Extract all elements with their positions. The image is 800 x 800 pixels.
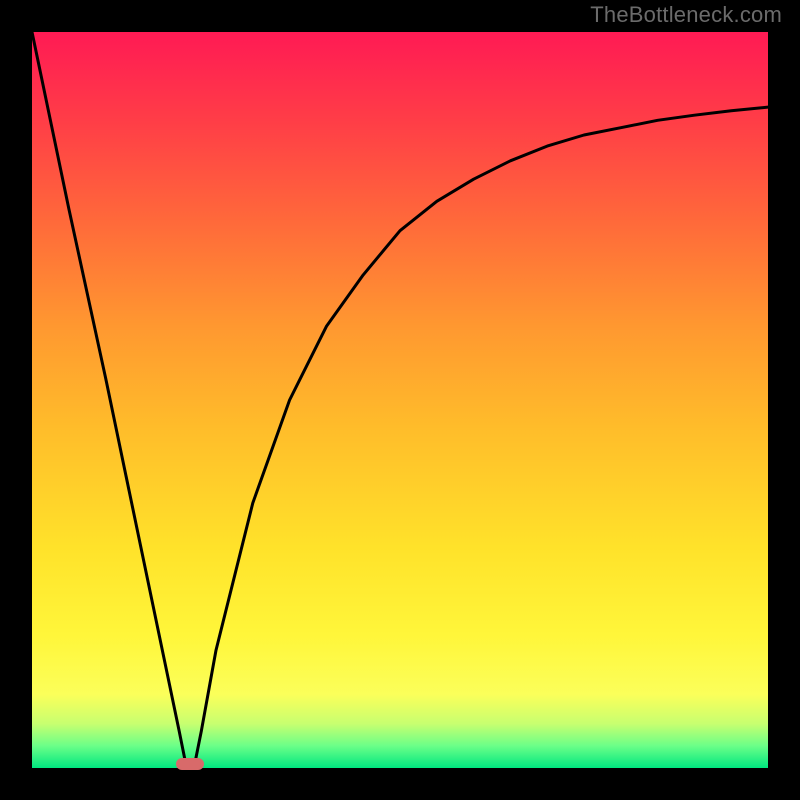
chart-frame: TheBottleneck.com (0, 0, 800, 800)
bottleneck-curve (32, 32, 768, 768)
watermark-text: TheBottleneck.com (590, 2, 782, 28)
minimum-marker (176, 758, 204, 770)
plot-area (32, 32, 768, 768)
